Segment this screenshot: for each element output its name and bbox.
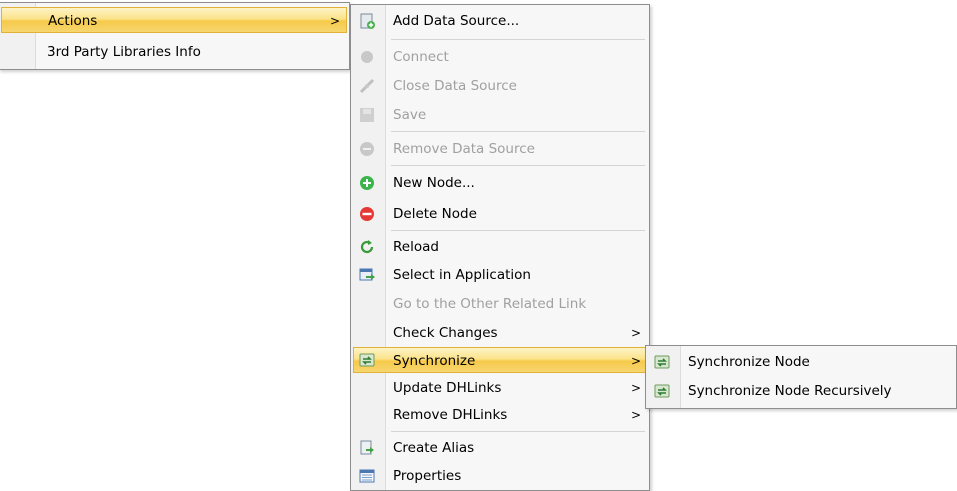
menu-item-remove-dhlinks-label: Remove DHLinks bbox=[393, 407, 508, 423]
menu-item-synchronize-node-recursively-label: Synchronize Node Recursively bbox=[688, 383, 892, 399]
menu-item-actions-label: Actions bbox=[48, 13, 98, 29]
synchronize-submenu: Synchronize Node Synchronize Node Recurs… bbox=[645, 345, 957, 409]
menu-item-select-in-application-label: Select in Application bbox=[393, 267, 531, 283]
reload-icon bbox=[360, 240, 374, 254]
menu-item-add-data-source-label: Add Data Source... bbox=[393, 13, 520, 29]
menu-item-remove-data-source[interactable]: Remove Data Source bbox=[353, 136, 647, 162]
menu-item-synchronize-node-recursively[interactable]: Synchronize Node Recursively bbox=[648, 378, 954, 404]
plus-green-icon bbox=[360, 176, 374, 190]
submenu-arrow-icon: > bbox=[329, 14, 340, 28]
separator bbox=[391, 131, 645, 132]
menu-item-add-data-source[interactable]: Add Data Source... bbox=[353, 8, 647, 34]
menu-item-actions[interactable]: Actions > bbox=[1, 7, 347, 33]
save-icon bbox=[360, 108, 374, 122]
add-data-source-icon bbox=[360, 13, 375, 29]
menu-item-create-alias[interactable]: Create Alias bbox=[353, 435, 647, 461]
menu-item-close-data-source[interactable]: Close Data Source bbox=[353, 73, 647, 99]
menu-item-connect-label: Connect bbox=[393, 49, 449, 65]
submenu-arrow-icon: > bbox=[630, 381, 641, 395]
menu-item-properties-label: Properties bbox=[393, 468, 462, 484]
menu-item-remove-dhlinks[interactable]: Remove DHLinks > bbox=[353, 402, 647, 428]
separator bbox=[391, 165, 645, 166]
menu-item-properties[interactable]: Properties bbox=[353, 463, 647, 489]
menu-item-save-label: Save bbox=[393, 107, 427, 123]
menu-item-reload[interactable]: Reload bbox=[353, 234, 647, 260]
menu-item-update-dhlinks[interactable]: Update DHLinks > bbox=[353, 375, 647, 401]
menu-item-remove-data-source-label: Remove Data Source bbox=[393, 141, 535, 157]
menu-item-synchronize-label: Synchronize bbox=[393, 353, 476, 369]
submenu-arrow-icon: > bbox=[630, 408, 641, 422]
menu-item-synchronize-node-label: Synchronize Node bbox=[688, 354, 810, 370]
menu-item-check-changes-label: Check Changes bbox=[393, 325, 498, 341]
sync-icon bbox=[654, 355, 670, 369]
select-app-icon bbox=[359, 268, 375, 281]
sync-icon bbox=[359, 353, 375, 367]
menu-item-select-in-application[interactable]: Select in Application bbox=[353, 262, 647, 288]
sync-icon bbox=[654, 384, 670, 398]
menu-item-go-to-related-link-label: Go to the Other Related Link bbox=[393, 296, 587, 312]
menu-item-synchronize[interactable]: Synchronize > bbox=[353, 347, 647, 373]
menu-item-go-to-related-link[interactable]: Go to the Other Related Link bbox=[353, 291, 647, 317]
menu-item-update-dhlinks-label: Update DHLinks bbox=[393, 380, 502, 396]
disconnect-icon bbox=[359, 78, 375, 94]
menu-item-save[interactable]: Save bbox=[353, 102, 647, 128]
actions-submenu: Add Data Source... Connect Close Data So… bbox=[350, 4, 650, 491]
menu-item-new-node[interactable]: New Node... bbox=[353, 170, 647, 196]
submenu-arrow-icon: > bbox=[630, 354, 641, 368]
menu-item-check-changes[interactable]: Check Changes > bbox=[353, 320, 647, 346]
menu-item-delete-node[interactable]: Delete Node bbox=[353, 201, 647, 227]
connect-icon bbox=[361, 51, 373, 63]
root-context-menu: Actions > 3rd Party Libraries Info bbox=[0, 2, 350, 70]
menu-item-3rd-party-libraries-label: 3rd Party Libraries Info bbox=[47, 44, 201, 60]
alias-icon bbox=[360, 440, 374, 455]
menu-item-new-node-label: New Node... bbox=[393, 175, 475, 191]
menu-item-delete-node-label: Delete Node bbox=[393, 206, 477, 222]
menu-item-create-alias-label: Create Alias bbox=[393, 440, 475, 456]
menu-item-close-data-source-label: Close Data Source bbox=[393, 78, 517, 94]
properties-icon bbox=[359, 469, 375, 483]
separator bbox=[391, 39, 645, 40]
menu-item-reload-label: Reload bbox=[393, 239, 439, 255]
separator bbox=[391, 230, 645, 231]
menu-item-3rd-party-libraries[interactable]: 3rd Party Libraries Info bbox=[1, 39, 347, 65]
remove-icon bbox=[360, 142, 374, 156]
submenu-arrow-icon: > bbox=[630, 326, 641, 340]
menu-item-synchronize-node[interactable]: Synchronize Node bbox=[648, 349, 954, 375]
minus-red-icon bbox=[360, 207, 374, 221]
menu-item-connect[interactable]: Connect bbox=[353, 44, 647, 70]
separator bbox=[391, 431, 645, 432]
